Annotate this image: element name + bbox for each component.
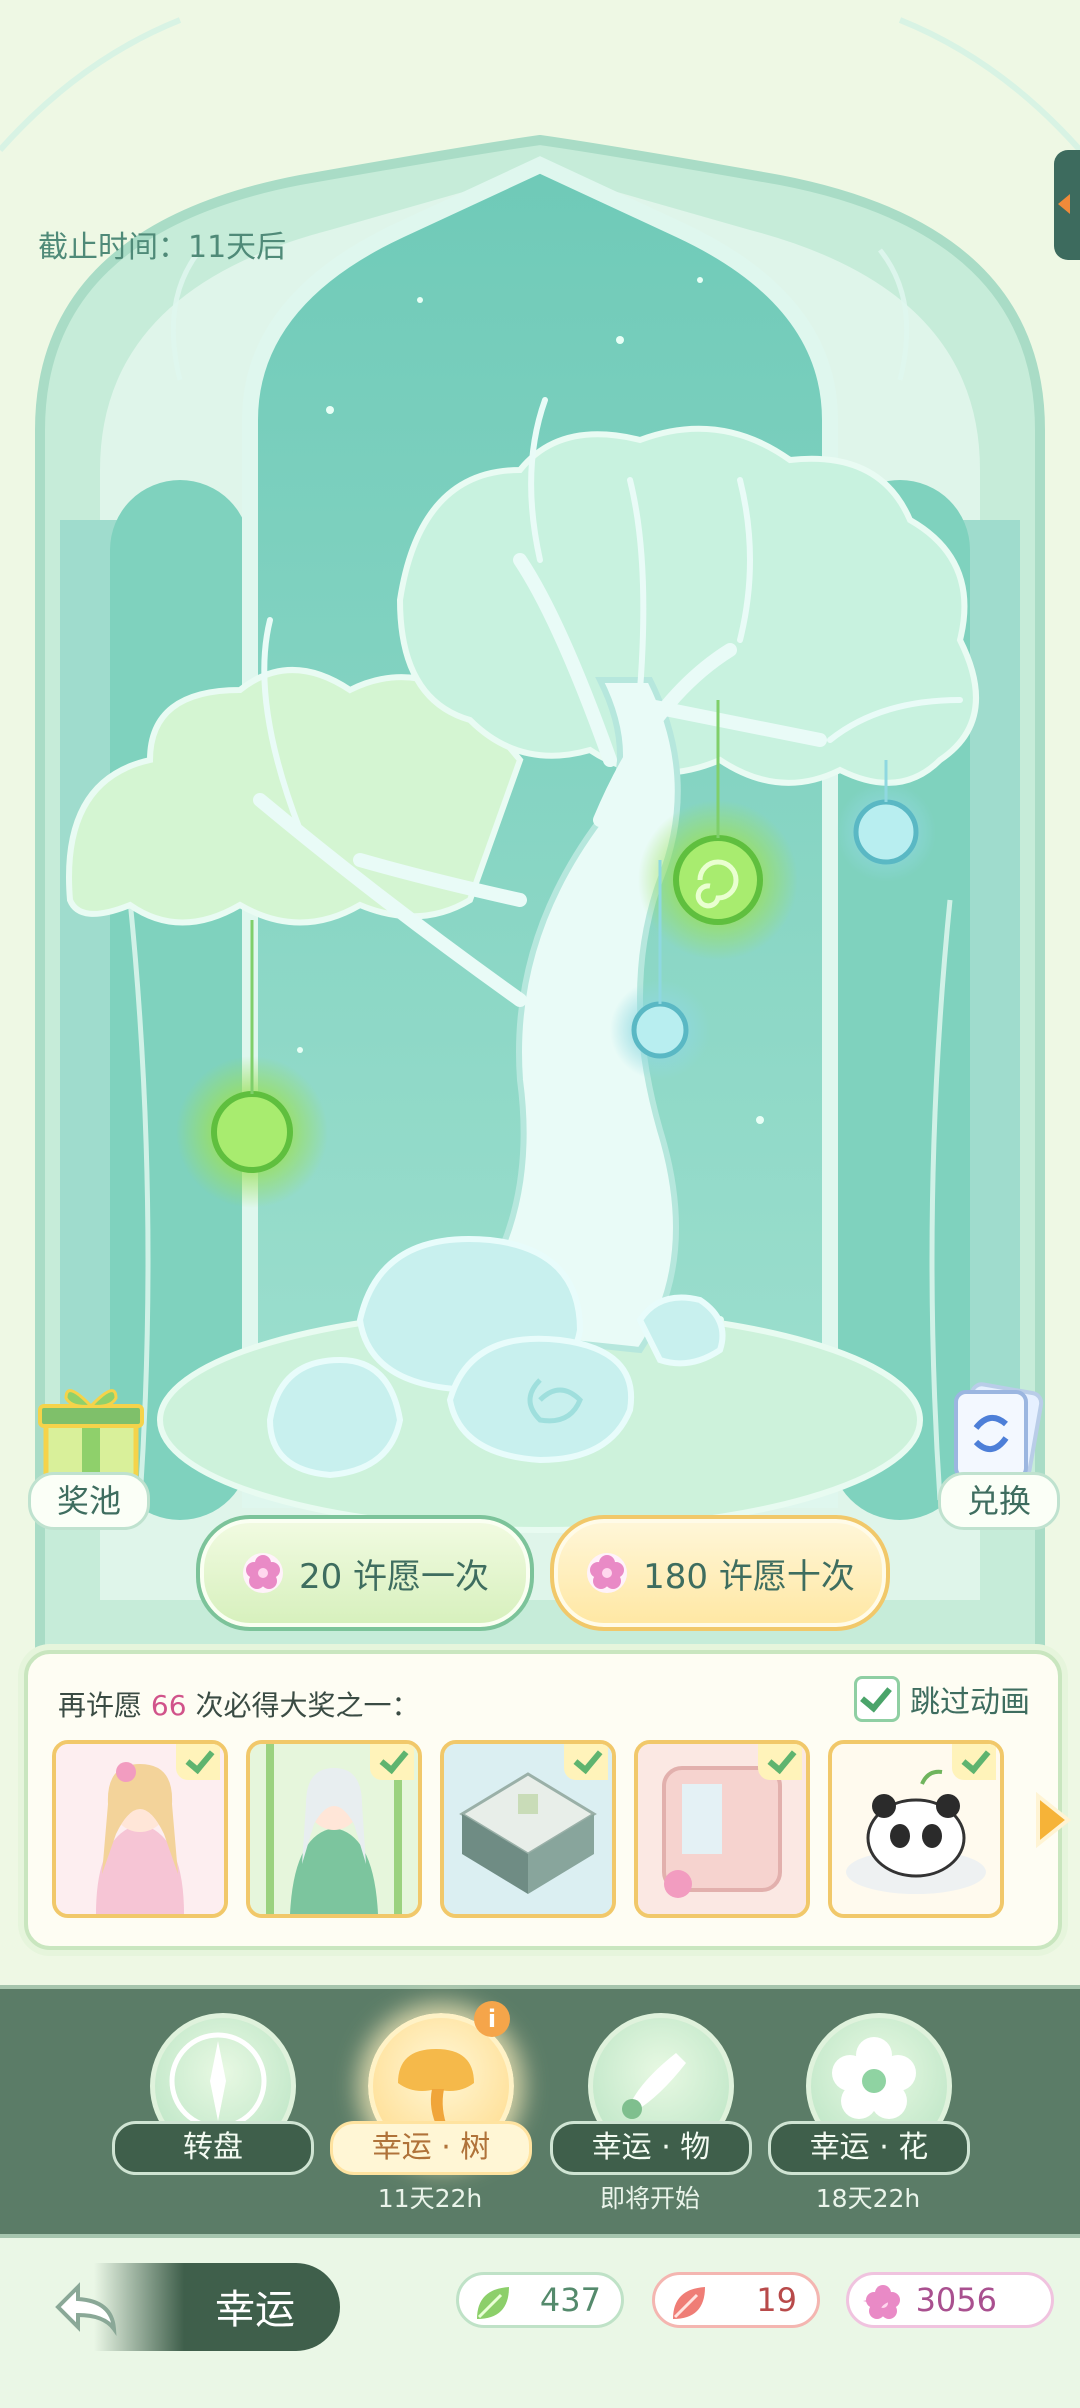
side-panel-tab[interactable] (1054, 150, 1080, 260)
add-sparkle-icon[interactable] (861, 2284, 895, 2318)
owned-check-icon (758, 1744, 802, 1780)
leaf-currency: 437 (456, 2272, 624, 2328)
mode-lucky-flower-timer: 18天22h (815, 2184, 921, 2213)
pity-suffix: 次必得大奖之一： (195, 1689, 420, 1722)
prize-item-panda-cloud[interactable] (828, 1740, 1004, 1918)
pity-counter-text: 再许愿 66 次必得大奖之一： (58, 1684, 419, 1724)
pity-prefix: 再许愿 (58, 1689, 143, 1722)
back-arrow-icon (55, 2282, 117, 2336)
owned-check-icon (370, 1744, 414, 1780)
star-count: 3056 (915, 2281, 997, 2319)
prize-item-outfit-pink[interactable] (52, 1740, 228, 1918)
wish-once-cost: 20 (298, 1556, 343, 1597)
mode-lucky-tree-label: 幸运 · 树 (330, 2121, 532, 2175)
chevron-right-icon[interactable] (1028, 1792, 1076, 1848)
mode-turntable-label: 转盘 (112, 2121, 314, 2175)
wish-ten-button[interactable]: 180 许愿十次 (550, 1515, 890, 1631)
back-button[interactable]: 幸运 (40, 2263, 340, 2351)
star-currency: 3056 (846, 2272, 1054, 2328)
exchange-label: 兑换 (938, 1472, 1060, 1530)
skip-animation-checkbox[interactable] (854, 1676, 900, 1722)
mode-lucky-flower-label: 幸运 · 花 (768, 2121, 970, 2175)
wish-ten-cost: 180 (643, 1556, 709, 1597)
skip-animation-toggle[interactable]: 跳过动画 (854, 1676, 1030, 1722)
prize-pool-button[interactable]: 奖池 (20, 1380, 160, 1530)
prize-panel: 再许愿 66 次必得大奖之一： 跳过动画 (24, 1650, 1072, 1950)
leaf-icon (477, 2287, 509, 2319)
prize-item-pink-room[interactable] (634, 1740, 810, 1918)
prize-pool-label: 奖池 (28, 1472, 150, 1530)
mode-lucky-tree-timer: 11天22h (377, 2184, 483, 2213)
mode-selector-bar: 转盘 i 幸运 · 树 11天22h 幸运 · 物 即将开始 幸运 · 花 18… (0, 1985, 1080, 2238)
prize-item-garden-pavilion[interactable] (440, 1740, 616, 1918)
leaf-count: 437 (539, 2281, 601, 2319)
owned-check-icon (952, 1744, 996, 1780)
footer-bar: 幸运 437 19 3056 (0, 2238, 1080, 2408)
mode-lucky-tree[interactable]: i 幸运 · 树 11天22h (330, 2001, 532, 2223)
star-flower-icon (587, 1553, 628, 1593)
prize-item-outfit-bamboo[interactable] (246, 1740, 422, 1918)
owned-check-icon (564, 1744, 608, 1780)
wish-once-button[interactable]: 20 许愿一次 (196, 1515, 534, 1631)
red-feather-icon (673, 2287, 705, 2319)
petal-count: 19 (756, 2281, 797, 2319)
info-icon[interactable]: i (474, 2001, 510, 2037)
exchange-button[interactable]: 兑换 (930, 1380, 1070, 1530)
mode-turntable[interactable]: 转盘 (112, 2013, 314, 2223)
owned-check-icon (176, 1744, 220, 1780)
mode-lucky-item-status: 即将开始 (599, 2184, 700, 2213)
pity-count: 66 (150, 1689, 187, 1722)
mode-lucky-item[interactable]: 幸运 · 物 即将开始 (550, 2013, 752, 2223)
mode-lucky-item-label: 幸运 · 物 (550, 2121, 752, 2175)
petal-currency: 19 (652, 2272, 820, 2328)
star-flower-icon (242, 1553, 283, 1593)
wish-ten-label: 许愿十次 (718, 1556, 855, 1597)
back-label: 幸运 (215, 2287, 295, 2333)
deadline-text: 截止时间：11天后 (38, 230, 287, 265)
mode-lucky-flower[interactable]: 幸运 · 花 18天22h (768, 2013, 970, 2223)
wish-once-label: 许愿一次 (353, 1556, 490, 1597)
skip-animation-label: 跳过动画 (910, 1685, 1030, 1720)
